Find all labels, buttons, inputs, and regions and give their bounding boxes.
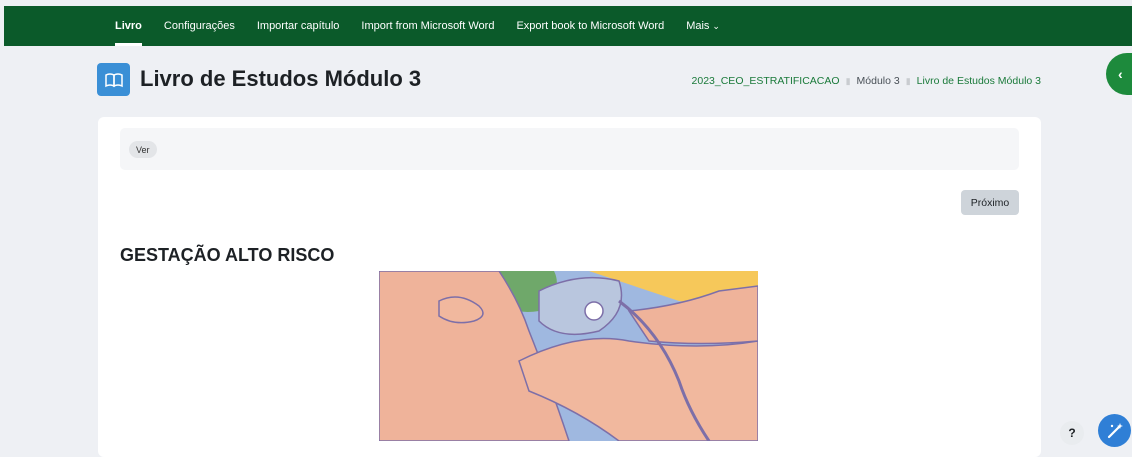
nav-item-configuracoes[interactable]: Configurações (164, 6, 235, 46)
breadcrumb: 2023_CEO_ESTRATIFICACAO ▮ Módulo 3 ▮ Liv… (692, 75, 1041, 87)
nav-item-mais[interactable]: Mais ⌄ (686, 6, 720, 46)
next-button[interactable]: Próximo (961, 190, 1019, 215)
chapter-title: GESTAÇÃO ALTO RISCO (120, 245, 335, 265)
nav-item-livro[interactable]: Livro (115, 6, 142, 46)
main-content-card: Ver Próximo GESTAÇÃO ALTO RISCO (98, 117, 1041, 457)
nav-item-export-word[interactable]: Export book to Microsoft Word (516, 6, 664, 46)
nav-item-importar-capitulo[interactable]: Importar capítulo (257, 6, 340, 46)
chapter-illustration (379, 271, 758, 441)
chevron-down-icon: ⌄ (712, 20, 720, 31)
drawer-toggle-button[interactable]: ‹ (1106, 53, 1132, 95)
book-icon (97, 63, 130, 96)
page-title: Livro de Estudos Módulo 3 (140, 66, 422, 91)
breadcrumb-item-module[interactable]: Módulo 3 (857, 75, 900, 87)
chevron-left-icon: ‹ (1118, 66, 1123, 82)
top-navigation: Livro Configurações Importar capítulo Im… (4, 6, 1132, 46)
magic-wand-icon (1107, 422, 1123, 438)
nav-item-mais-label: Mais (686, 20, 710, 32)
breadcrumb-item-book[interactable]: Livro de Estudos Módulo 3 (917, 75, 1041, 87)
magic-wand-button[interactable] (1098, 414, 1131, 447)
breadcrumb-separator-icon: ▮ (845, 75, 851, 86)
tertiary-navigation: Ver (120, 128, 1019, 170)
nav-item-import-word[interactable]: Import from Microsoft Word (361, 6, 494, 46)
help-button[interactable]: ? (1060, 421, 1084, 445)
ver-button[interactable]: Ver (129, 141, 157, 158)
breadcrumb-item-course[interactable]: 2023_CEO_ESTRATIFICACAO (692, 75, 840, 87)
breadcrumb-separator-icon: ▮ (905, 75, 911, 86)
